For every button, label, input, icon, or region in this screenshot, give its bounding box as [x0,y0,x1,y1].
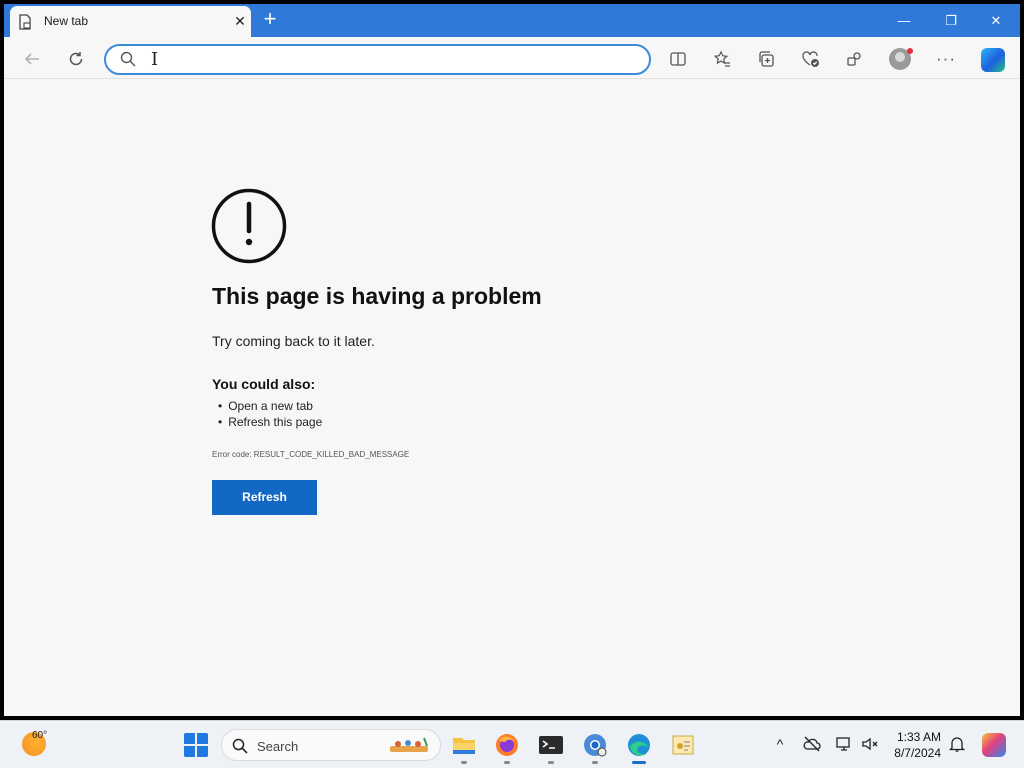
title-bar: New tab ✕ + — ❐ ✕ [4,4,1020,37]
search-icon [120,51,136,67]
clock-time[interactable]: 1:33 AM [896,730,941,744]
active-app-indicator [632,761,646,764]
tab-new-tab[interactable]: New tab ✕ [10,6,251,37]
browser-essentials-icon[interactable] [798,46,824,72]
search-icon [232,738,248,754]
tab-close-icon[interactable]: ✕ [232,13,248,29]
browser-toolbar: I ··· [4,37,1020,79]
page-icon [19,14,31,30]
chrome-icon[interactable] [582,732,608,758]
collections-icon[interactable] [753,46,779,72]
app-indicator [548,761,554,764]
extensions-icon[interactable] [841,46,867,72]
list-item: Open a new tab [218,398,322,414]
list-item: Refresh this page [218,414,322,430]
taskbar: 60° Search ^ 1:33 AM 8/7/2024 [0,720,1024,768]
error-page: This page is having a problem Try coming… [4,80,1020,716]
error-subtitle: Try coming back to it later. [212,333,375,349]
firefox-icon[interactable] [494,732,520,758]
weather-temp: 60° [32,730,48,741]
more-options-icon[interactable]: ··· [933,46,959,72]
address-input[interactable] [166,51,636,69]
cloud-offline-icon[interactable] [803,735,821,753]
copilot-icon[interactable] [981,48,1005,72]
split-screen-icon[interactable] [665,46,691,72]
app-indicator [592,761,598,764]
minimize-button[interactable]: — [890,10,918,32]
text-cursor-icon: I [151,49,159,70]
favorites-icon[interactable] [709,46,735,72]
notification-dot [907,48,913,54]
terminal-icon[interactable] [538,732,564,758]
app-indicator [461,761,467,764]
notification-bell-icon[interactable] [948,735,966,753]
chevron-up-icon[interactable]: ^ [771,735,789,753]
taskbar-search[interactable]: Search [221,729,441,761]
tab-title: New tab [44,14,89,28]
file-explorer-icon[interactable] [451,732,477,758]
edge-icon[interactable] [626,732,652,758]
new-tab-button[interactable]: + [259,8,281,31]
back-icon[interactable] [19,46,45,72]
suggestions-list: Open a new tab Refresh this page [218,398,322,430]
restore-button[interactable]: ❐ [937,10,965,32]
close-window-button[interactable]: ✕ [982,10,1010,32]
volume-muted-icon[interactable] [861,735,879,753]
address-bar[interactable]: I [104,44,651,75]
certificate-app-icon[interactable] [670,732,696,758]
refresh-icon[interactable] [63,46,89,72]
copilot-taskbar-icon[interactable] [982,733,1006,757]
warning-icon [211,188,287,264]
error-code: Error code: RESULT_CODE_KILLED_BAD_MESSA… [212,450,410,459]
clock-date[interactable]: 8/7/2024 [890,746,941,760]
start-icon[interactable] [183,732,209,758]
browser-window: New tab ✕ + — ❐ ✕ I ··· This page is hav… [4,4,1020,716]
search-label: Search [257,739,299,754]
page-title: This page is having a problem [212,283,542,309]
search-highlight-art [390,737,428,752]
network-icon[interactable] [835,735,853,753]
refresh-button[interactable]: Refresh [212,480,317,515]
app-indicator [504,761,510,764]
suggestions-heading: You could also: [212,376,316,392]
